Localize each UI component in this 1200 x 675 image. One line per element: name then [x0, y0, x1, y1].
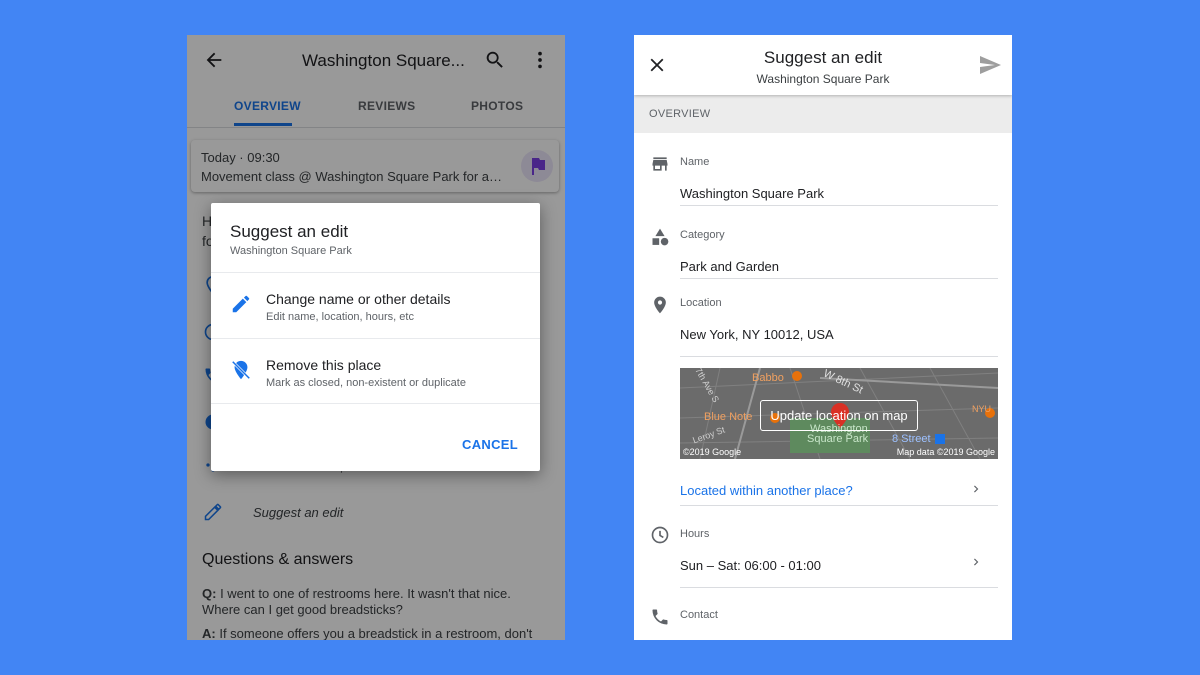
name-field[interactable]: Washington Square Park	[680, 186, 824, 201]
pencil-icon	[232, 295, 250, 313]
store-icon	[652, 157, 668, 171]
phone-icon	[652, 609, 668, 625]
map-label-park: Square Park	[807, 433, 869, 445]
location-pin-icon	[654, 296, 666, 314]
map-label-poi: Blue Note	[704, 411, 753, 423]
section-header: OVERVIEW	[634, 95, 1012, 133]
dialog-subtitle: Washington Square Park	[230, 245, 352, 257]
option-label: Change name or other details	[266, 291, 451, 307]
map-label-poi: NYU	[972, 404, 992, 414]
suggest-edit-dialog: Suggest an edit Washington Square Park C…	[211, 203, 540, 471]
map-credit: ©2019 Google	[683, 447, 742, 457]
divider	[680, 587, 998, 588]
category-label: Category	[680, 229, 725, 241]
chevron-right-icon[interactable]	[969, 555, 983, 569]
divider	[680, 205, 998, 206]
option-desc: Mark as closed, non-existent or duplicat…	[266, 377, 466, 389]
location-off-icon	[231, 360, 251, 380]
page-subtitle: Washington Square Park	[756, 72, 890, 86]
option-desc: Edit name, location, hours, etc	[266, 311, 414, 323]
map-label-babbo: Babbo	[752, 372, 784, 384]
section-title: OVERVIEW	[649, 108, 711, 120]
map-label-transit: 8 Street	[892, 433, 931, 445]
left-screen: Washington Square... OVERVIEW REVIEWS PH…	[187, 35, 565, 640]
contact-label: Contact	[680, 609, 718, 621]
location-label: Location	[680, 297, 722, 309]
category-icon	[652, 228, 669, 246]
divider	[680, 356, 998, 357]
edit-header: Suggest an edit Washington Square Park	[634, 35, 1012, 95]
cancel-button[interactable]: CANCEL	[462, 437, 518, 452]
located-within-link[interactable]: Located within another place?	[680, 483, 853, 498]
chevron-right-icon[interactable]	[969, 482, 983, 496]
name-label: Name	[680, 156, 710, 168]
divider	[211, 403, 540, 404]
map-preview[interactable]: Babbo W 8th St 7th Ave S Blue Note Washi…	[680, 368, 998, 459]
dialog-title: Suggest an edit	[230, 222, 349, 241]
divider	[680, 278, 998, 279]
category-field[interactable]: Park and Garden	[680, 259, 779, 274]
send-icon[interactable]	[978, 53, 1002, 77]
hours-label: Hours	[680, 528, 710, 540]
hours-field[interactable]: Sun – Sat: 06:00 - 01:00	[680, 558, 821, 573]
divider	[680, 505, 998, 506]
clock-icon	[651, 526, 669, 544]
page-title: Suggest an edit	[763, 48, 883, 67]
location-field[interactable]: New York, NY 10012, USA	[680, 327, 834, 342]
map-credit: Map data ©2019 Google	[896, 447, 995, 457]
update-location-button[interactable]: Update location on map	[760, 400, 918, 431]
change-details-option[interactable]: Change name or other details Edit name, …	[211, 273, 540, 337]
option-label: Remove this place	[266, 357, 382, 373]
remove-place-option[interactable]: Remove this place Mark as closed, non-ex…	[211, 339, 540, 403]
right-screen: Suggest an edit Washington Square Park O…	[634, 35, 1012, 640]
